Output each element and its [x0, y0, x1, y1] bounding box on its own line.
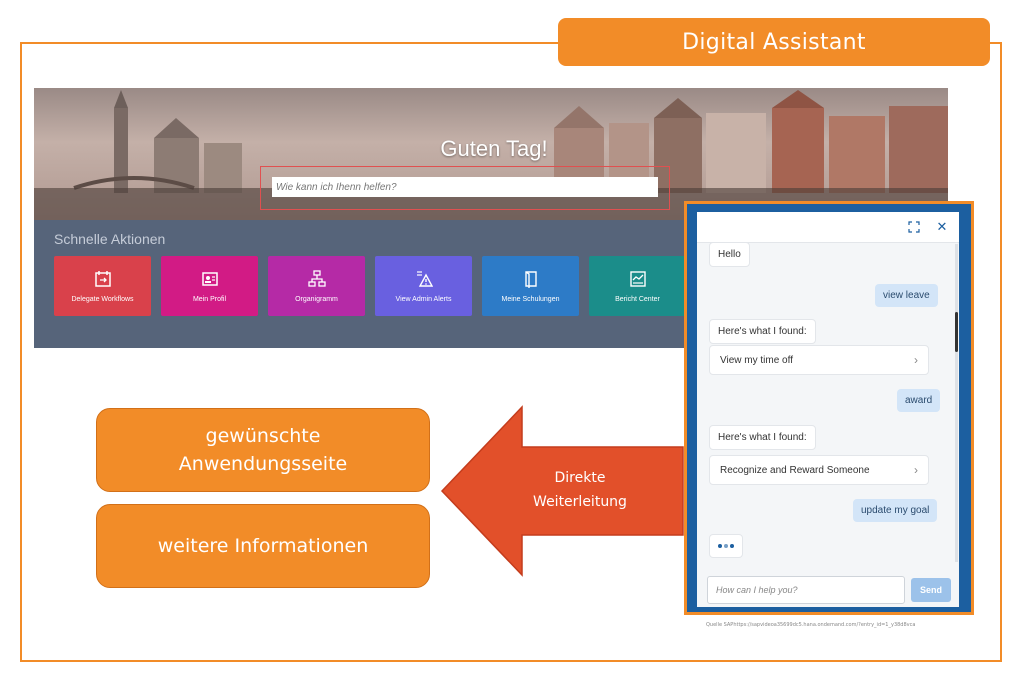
- tile-label: Meine Schulungen: [501, 295, 560, 303]
- user-message: update my goal: [853, 499, 938, 522]
- expand-icon[interactable]: [907, 220, 921, 234]
- typing-dot: [718, 544, 722, 548]
- result-card-time-off[interactable]: View my time off ›: [709, 345, 929, 375]
- tile-organigramm[interactable]: Organigramm: [268, 256, 365, 316]
- chat-header: ✕: [697, 212, 959, 243]
- chevron-right-icon: ›: [914, 463, 918, 477]
- chat-input[interactable]: [707, 576, 905, 604]
- slide-title: Digital Assistant: [558, 18, 990, 66]
- tile-view-admin-alerts[interactable]: View Admin Alerts: [375, 256, 472, 316]
- arrow-label: Direkte Weiterleitung: [533, 470, 627, 510]
- quick-actions-title: Schnelle Aktionen: [54, 231, 166, 247]
- report-icon: [629, 270, 646, 287]
- scrollbar-thumb[interactable]: [955, 312, 958, 352]
- quick-action-tiles: Delegate Workflows Mein Profil Organigra…: [54, 256, 686, 316]
- search-input[interactable]: [272, 177, 658, 197]
- tile-label: Bericht Center: [615, 295, 660, 303]
- bot-message: Here's what I found:: [709, 425, 816, 450]
- alert-icon: [416, 270, 433, 287]
- card-label: View my time off: [720, 354, 793, 366]
- send-button[interactable]: Send: [911, 578, 951, 602]
- typing-indicator: [709, 534, 743, 558]
- tile-meine-schulungen[interactable]: Meine Schulungen: [482, 256, 579, 316]
- more-info-label: weitere Informationen: [96, 504, 430, 588]
- tile-delegate-workflows[interactable]: Delegate Workflows: [54, 256, 151, 316]
- result-card-recognize[interactable]: Recognize and Reward Someone ›: [709, 455, 929, 485]
- tile-label: Delegate Workflows: [71, 295, 134, 303]
- user-message: view leave: [875, 284, 938, 307]
- chat-panel: ✕ Hello view leave Here's what I found: …: [697, 212, 959, 607]
- close-icon[interactable]: ✕: [935, 220, 949, 235]
- tile-label: Mein Profil: [192, 295, 227, 303]
- bot-message: Hello: [709, 242, 750, 267]
- profile-icon: [201, 271, 218, 286]
- scrollbar-track[interactable]: [955, 244, 958, 562]
- tile-mein-profil[interactable]: Mein Profil: [161, 256, 258, 316]
- typing-dot: [730, 544, 734, 548]
- org-chart-icon: [307, 269, 326, 287]
- typing-dot: [724, 544, 728, 548]
- tile-label: View Admin Alerts: [395, 295, 452, 303]
- greeting-heading: Guten Tag!: [440, 136, 548, 161]
- tile-bericht-center[interactable]: Bericht Center: [589, 256, 686, 316]
- target-page-label: gewünschte Anwendungsseite: [96, 408, 430, 492]
- book-icon: [524, 270, 537, 288]
- card-label: Recognize and Reward Someone: [720, 464, 870, 476]
- delegate-icon: [94, 270, 111, 287]
- chat-window: ✕ Hello view leave Here's what I found: …: [684, 201, 974, 615]
- source-citation: Quelle SAPhttps://sapvideoa35699dc5.hana…: [706, 622, 916, 628]
- chevron-right-icon: ›: [914, 353, 918, 367]
- bot-message: Here's what I found:: [709, 319, 816, 344]
- user-message: award: [897, 389, 941, 412]
- tile-label: Organigramm: [295, 295, 338, 303]
